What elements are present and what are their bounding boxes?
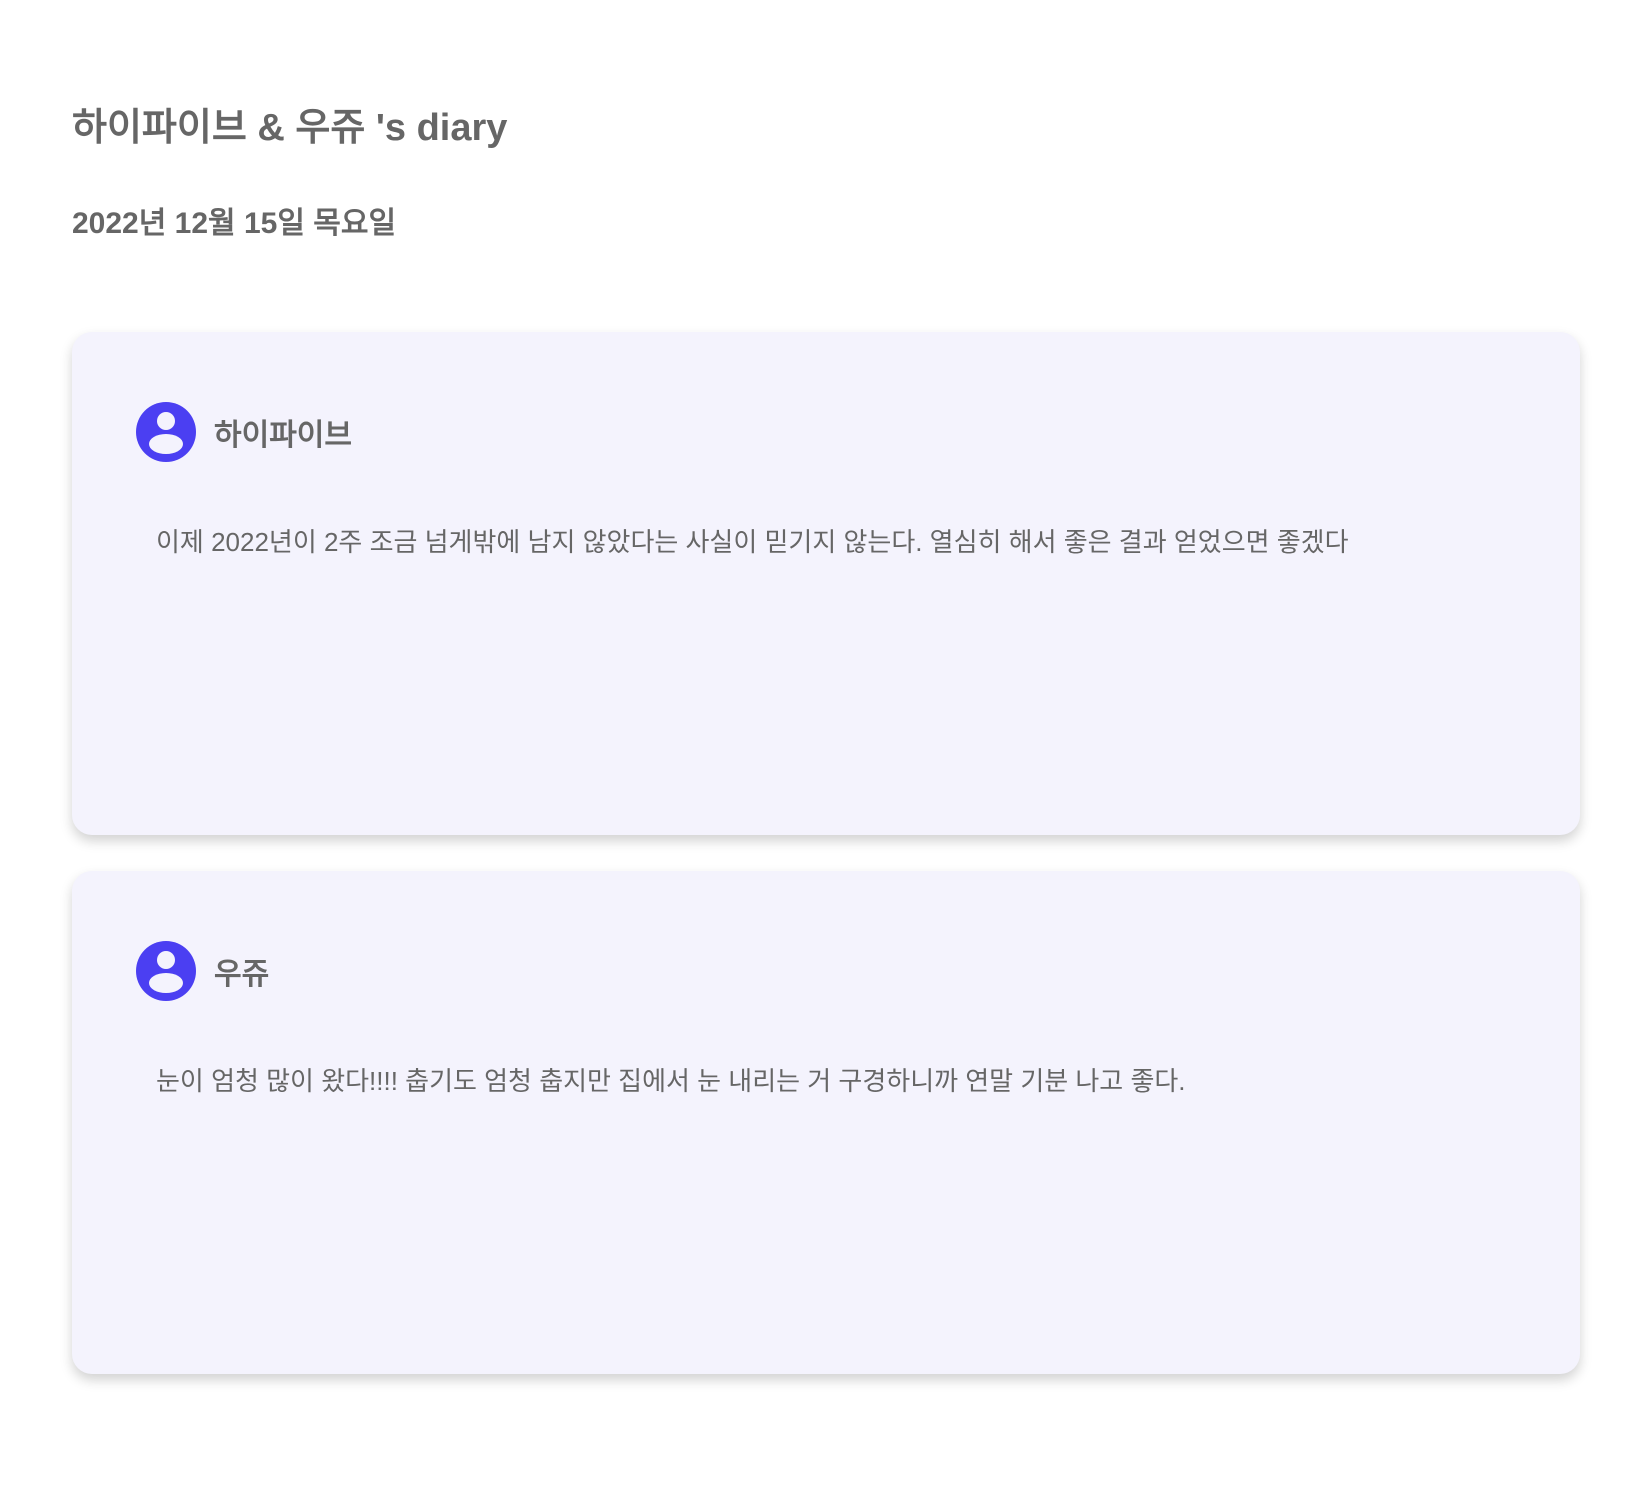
- diary-date: 2022년 12월 15일 목요일: [72, 207, 397, 240]
- diary-entry-card: 하이파이브 이제 2022년이 2주 조금 넘게밖에 남지 않았다는 사실이 믿…: [72, 332, 1580, 835]
- user-circle-icon: [136, 402, 196, 462]
- entry-author: 하이파이브: [136, 402, 352, 462]
- diary-title: 하이파이브 & 우쥬 's diary: [72, 107, 508, 149]
- user-circle-icon: [136, 941, 196, 1001]
- entry-author: 우쥬: [136, 941, 269, 1001]
- entry-text: 눈이 엄청 많이 왔다!!!! 춥기도 엄청 춥지만 집에서 눈 내리는 거 구…: [156, 1066, 1186, 1096]
- entry-author-name: 하이파이브: [214, 419, 352, 452]
- entry-author-name: 우쥬: [214, 958, 270, 991]
- diary-entry-card: 우쥬 눈이 엄청 많이 왔다!!!! 춥기도 엄청 춥지만 집에서 눈 내리는 …: [72, 871, 1580, 1374]
- entry-text: 이제 2022년이 2주 조금 넘게밖에 남지 않았다는 사실이 믿기지 않는다…: [156, 527, 1349, 557]
